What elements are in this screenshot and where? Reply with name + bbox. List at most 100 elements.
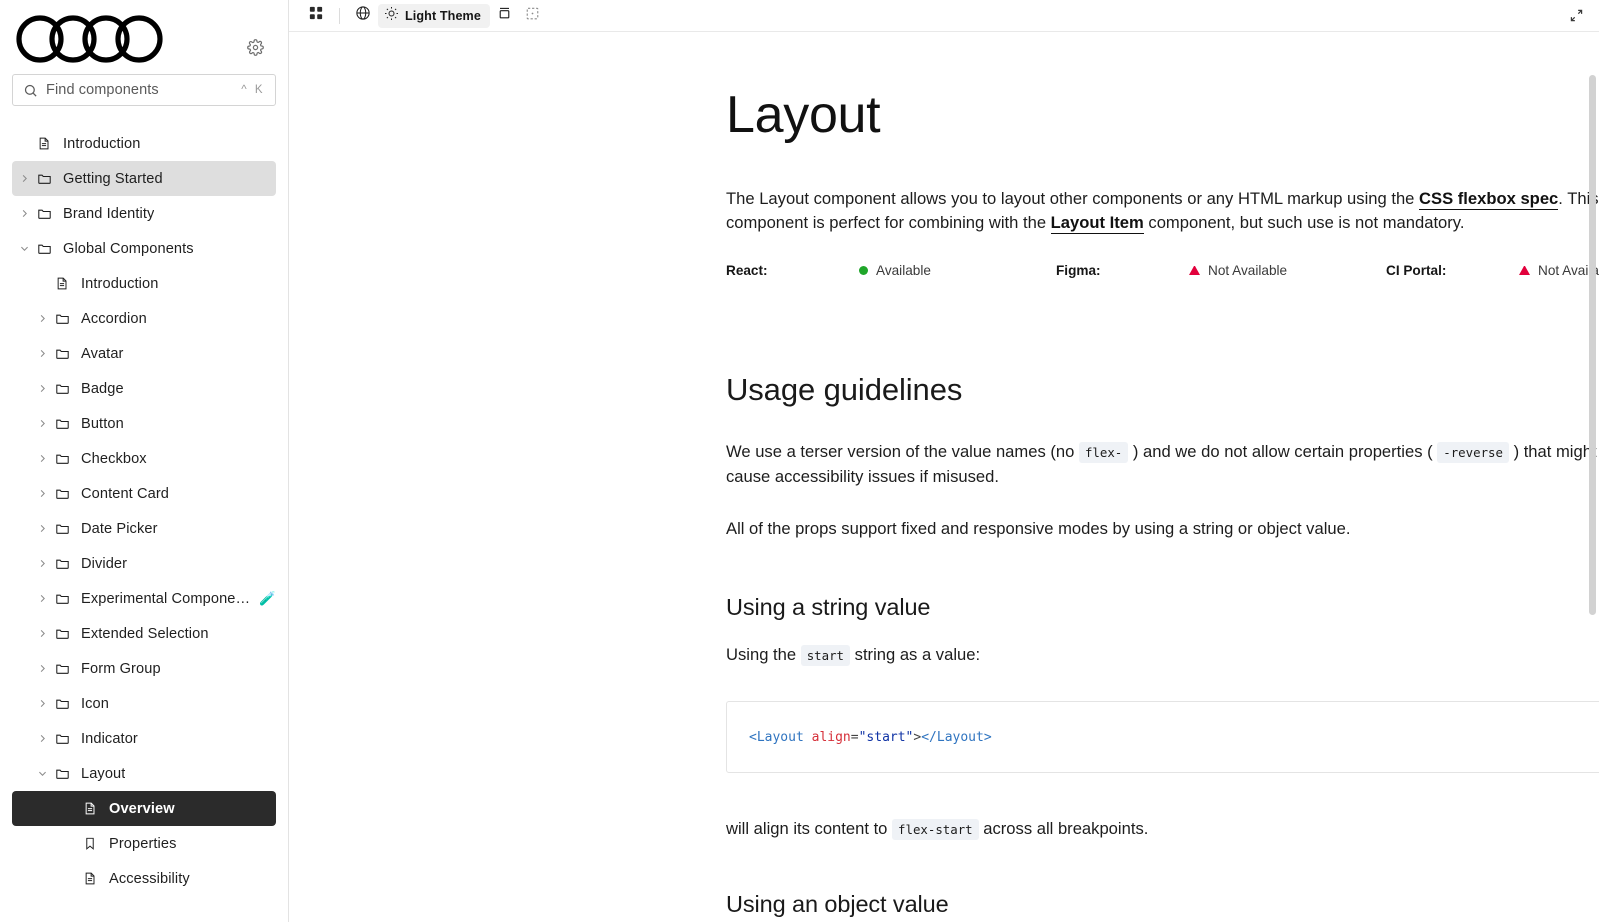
- sidebar-item-experimental-components[interactable]: Experimental Components🧪: [12, 581, 276, 616]
- theme-toggle-button[interactable]: Light Theme: [378, 4, 490, 28]
- grid-view-button[interactable]: [303, 4, 329, 28]
- string-value-after: will align its content to flex-start acr…: [726, 817, 1599, 841]
- gear-icon[interactable]: [242, 34, 268, 60]
- sidebar-item-extended-selection[interactable]: Extended Selection: [12, 616, 276, 651]
- chevron-right-icon[interactable]: [34, 523, 50, 534]
- intro-text-1: The Layout component allows you to layou…: [726, 189, 1419, 208]
- sidebar-item-label: Overview: [109, 801, 175, 817]
- chevron-right-icon[interactable]: [34, 313, 50, 324]
- sidebar-item-indicator[interactable]: Indicator: [12, 721, 276, 756]
- status-triangle-unavailable-icon: [1189, 266, 1200, 275]
- sidebar-item-label: Icon: [81, 696, 109, 712]
- sidebar: Find components ^ K Introduction Getting …: [0, 0, 289, 922]
- chevron-down-icon[interactable]: [16, 243, 32, 254]
- search-input[interactable]: Find components ^ K: [12, 74, 276, 106]
- sidebar-item-global-components[interactable]: Global Components: [12, 231, 276, 266]
- chevron-right-icon[interactable]: [16, 173, 32, 184]
- sidebar-item-label: Accessibility: [109, 871, 190, 887]
- chevron-right-icon[interactable]: [34, 628, 50, 639]
- canvas-measure-button[interactable]: [520, 4, 546, 28]
- sidebar-item-accessibility[interactable]: Accessibility: [12, 861, 276, 896]
- content-scroll-area: Layout The Layout component allows you t…: [289, 32, 1599, 922]
- sidebar-item-form-group[interactable]: Form Group: [12, 651, 276, 686]
- folder-icon: [34, 241, 54, 256]
- chevron-right-icon[interactable]: [34, 418, 50, 429]
- sidebar-item-icon[interactable]: Icon: [12, 686, 276, 721]
- sidebar-item-label: Layout: [81, 766, 125, 782]
- sidebar-item-date-picker[interactable]: Date Picker: [12, 511, 276, 546]
- bookmark-icon: [80, 836, 100, 851]
- chevron-right-icon[interactable]: [34, 383, 50, 394]
- availability-status: Not Available: [1519, 263, 1599, 278]
- expand-arrows-icon[interactable]: [1563, 4, 1589, 28]
- toolbar: Light Theme: [289, 0, 1599, 32]
- sidebar-item-getting-started[interactable]: Getting Started: [12, 161, 276, 196]
- sidebar-item-accordion[interactable]: Accordion: [12, 301, 276, 336]
- sidebar-item-overview[interactable]: Overview: [12, 791, 276, 826]
- string-value-lead: Using the start string as a value:: [726, 643, 1599, 667]
- chevron-right-icon[interactable]: [34, 453, 50, 464]
- chevron-right-icon[interactable]: [34, 593, 50, 604]
- sidebar-item-properties[interactable]: Properties: [12, 826, 276, 861]
- sidebar-item-label: Avatar: [81, 346, 124, 362]
- folder-icon: [52, 626, 72, 641]
- sidebar-item-avatar[interactable]: Avatar: [12, 336, 276, 371]
- search-placeholder: Find components: [46, 82, 233, 98]
- code-chip-flex: flex-: [1079, 442, 1128, 463]
- css-flexbox-spec-link[interactable]: CSS flexbox spec: [1419, 189, 1558, 210]
- code-chip-start: start: [801, 645, 850, 666]
- search-icon: [23, 83, 38, 98]
- selection-frame-icon: [525, 6, 540, 26]
- sidebar-item-button[interactable]: Button: [12, 406, 276, 441]
- sidebar-item-label: Accordion: [81, 311, 147, 327]
- language-button[interactable]: [350, 4, 376, 28]
- audi-four-rings-logo[interactable]: [16, 15, 166, 68]
- sidebar-item-badge[interactable]: Badge: [12, 371, 276, 406]
- after-text-1: will align its content to: [726, 819, 892, 838]
- chevron-down-icon[interactable]: [34, 768, 50, 779]
- sidebar-item-introduction[interactable]: Introduction: [12, 126, 276, 161]
- sidebar-item-divider[interactable]: Divider: [12, 546, 276, 581]
- chevron-right-icon[interactable]: [34, 558, 50, 569]
- folder-icon: [34, 171, 54, 186]
- chevron-right-icon[interactable]: [34, 663, 50, 674]
- document-content: Layout The Layout component allows you t…: [289, 32, 1599, 922]
- layout-item-link[interactable]: Layout Item: [1051, 213, 1144, 234]
- code-token-attr: align: [812, 730, 851, 745]
- sidebar-item-label: Form Group: [81, 661, 161, 677]
- test-tube-icon: 🧪: [259, 591, 276, 607]
- chevron-right-icon[interactable]: [34, 348, 50, 359]
- availability-label: CI Portal:: [1386, 263, 1519, 278]
- status-badge: Not Available: [1208, 263, 1287, 278]
- vertical-scrollbar[interactable]: [1589, 65, 1596, 922]
- availability-label: Figma:: [1056, 263, 1189, 278]
- viewport-button[interactable]: [492, 4, 518, 28]
- sidebar-item-label: Global Components: [63, 241, 194, 257]
- sidebar-item-checkbox[interactable]: Checkbox: [12, 441, 276, 476]
- sidebar-item-content-card[interactable]: Content Card: [12, 476, 276, 511]
- chevron-right-icon[interactable]: [34, 488, 50, 499]
- usage-text-1: We use a terser version of the value nam…: [726, 442, 1079, 461]
- sidebar-item-label: Divider: [81, 556, 127, 572]
- availability-item: Figma: Not Available: [1056, 263, 1386, 278]
- sun-icon: [384, 6, 399, 26]
- code-token-tag-close: </Layout>: [921, 730, 991, 745]
- code-token-value: "start": [859, 730, 914, 745]
- string-lead-text-1: Using the: [726, 645, 801, 664]
- availability-status: Not Available: [1189, 263, 1386, 278]
- sidebar-item-label: Getting Started: [63, 171, 163, 187]
- sidebar-item-layout[interactable]: Layout: [12, 756, 276, 791]
- sidebar-item-introduction[interactable]: Introduction: [12, 266, 276, 301]
- availability-row: React:AvailableFigma:Not AvailableCI Por…: [726, 263, 1599, 278]
- scrollbar-thumb[interactable]: [1589, 75, 1596, 615]
- chevron-right-icon[interactable]: [16, 208, 32, 219]
- document-icon: [80, 801, 100, 816]
- chevron-right-icon[interactable]: [34, 733, 50, 744]
- sidebar-item-brand-identity[interactable]: Brand Identity: [12, 196, 276, 231]
- folder-icon: [52, 346, 72, 361]
- chevron-right-icon[interactable]: [34, 698, 50, 709]
- sidebar-nav: Introduction Getting Started Brand Identit…: [0, 126, 288, 922]
- toolbar-divider: [339, 8, 340, 24]
- folder-icon: [52, 521, 72, 536]
- code-token-equals: =: [851, 730, 859, 745]
